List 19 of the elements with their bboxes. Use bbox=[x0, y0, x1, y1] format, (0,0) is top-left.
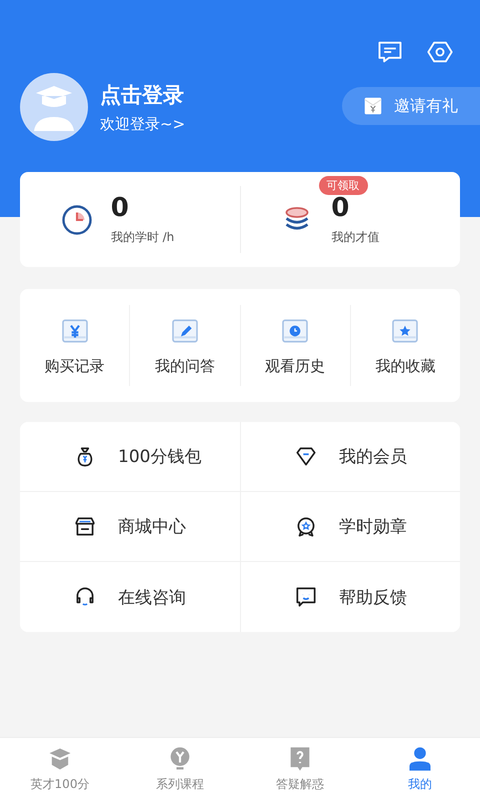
stat-label: 我的学时 /h bbox=[110, 229, 176, 246]
stat-value: 0 bbox=[331, 193, 350, 223]
service-item[interactable]: 我的会员 bbox=[240, 422, 460, 492]
stat-label: 我的才值 bbox=[331, 229, 380, 246]
claim-badge: 可领取 bbox=[318, 176, 368, 195]
avatar[interactable] bbox=[20, 73, 88, 141]
shortcut-item[interactable]: 购买记录 bbox=[20, 289, 130, 402]
nav-tab[interactable]: 系列课程 bbox=[120, 738, 240, 800]
service-item[interactable]: 学时勋章 bbox=[240, 492, 460, 562]
nav-tab[interactable]: 我的 bbox=[360, 738, 480, 800]
shortcut-item[interactable]: 我的问答 bbox=[129, 305, 240, 386]
welcome-link[interactable]: 欢迎登录~> bbox=[100, 114, 342, 134]
shortcut-item[interactable]: 我的收藏 bbox=[350, 305, 460, 386]
shortcut-item[interactable]: 观看历史 bbox=[240, 305, 350, 386]
login-title[interactable]: 点击登录 bbox=[100, 80, 342, 108]
nav-tab[interactable]: 英才100分 bbox=[0, 738, 120, 800]
stat-value: 0 bbox=[110, 193, 130, 223]
nav-tab[interactable]: 答疑解惑 bbox=[240, 738, 360, 800]
envelope-icon bbox=[362, 95, 384, 117]
